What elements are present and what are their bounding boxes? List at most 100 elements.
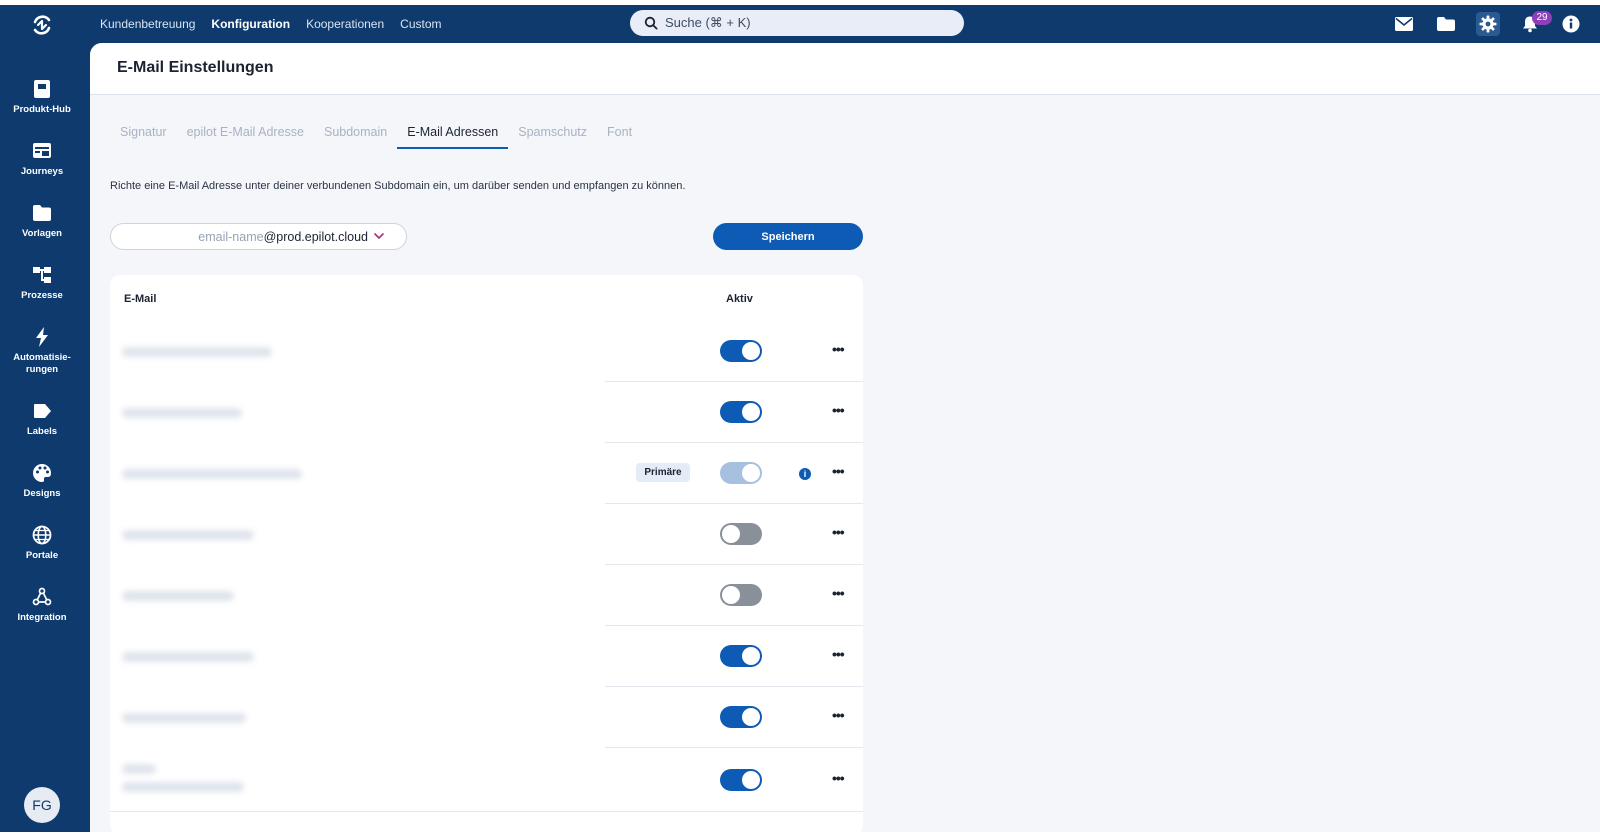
table-row: ••• xyxy=(110,565,863,626)
sidebar: Produkt-Hub Journeys Vorlagen Prozesse A… xyxy=(0,43,84,832)
email-address-redacted xyxy=(122,782,244,792)
search-icon xyxy=(644,16,658,30)
nav-konfiguration[interactable]: Konfiguration xyxy=(211,17,290,31)
info-icon[interactable]: i xyxy=(799,468,811,480)
settings-tabs: Signatur epilot E-Mail Adresse Subdomain… xyxy=(110,119,642,149)
active-toggle[interactable] xyxy=(720,340,762,362)
sidebar-item-label: Automatisie- rungen xyxy=(13,352,71,375)
sidebar-item-label: Journeys xyxy=(20,166,64,177)
globe-icon xyxy=(32,525,52,545)
gear-icon[interactable] xyxy=(1476,12,1500,36)
palette-icon xyxy=(33,464,51,482)
box-icon xyxy=(34,80,50,98)
more-options-icon[interactable]: ••• xyxy=(832,341,845,357)
app-frame: Kundenbetreuung Konfiguration Kooperatio… xyxy=(0,5,1600,832)
nav-kooperationen[interactable]: Kooperationen xyxy=(306,17,384,31)
more-options-icon[interactable]: ••• xyxy=(832,646,845,662)
email-name-input[interactable]: email-name @prod.epilot.cloud xyxy=(110,223,407,250)
email-address-redacted xyxy=(122,530,254,540)
sidebar-item-produkt-hub[interactable]: Produkt-Hub xyxy=(0,78,84,116)
flow-icon xyxy=(33,267,51,283)
tab-epilot-email-adresse[interactable]: epilot E-Mail Adresse xyxy=(177,119,314,149)
email-name-redacted xyxy=(122,764,156,774)
tag-icon xyxy=(34,404,51,418)
browser-icon xyxy=(33,143,51,158)
folder-icon[interactable] xyxy=(1434,12,1458,36)
avatar[interactable]: FG xyxy=(24,787,60,823)
tab-signatur[interactable]: Signatur xyxy=(110,119,177,149)
more-options-icon[interactable]: ••• xyxy=(832,463,845,479)
more-options-icon[interactable]: ••• xyxy=(832,585,845,601)
folder-icon xyxy=(33,205,51,221)
sidebar-item-automatisierungen[interactable]: Automatisie- rungen xyxy=(0,326,84,376)
email-address-redacted xyxy=(122,469,302,479)
notification-badge: 29 xyxy=(1532,11,1552,25)
bolt-icon xyxy=(36,327,48,347)
sidebar-item-labels[interactable]: Labels xyxy=(0,400,84,438)
active-toggle[interactable] xyxy=(720,584,762,606)
active-toggle[interactable] xyxy=(720,401,762,423)
tab-subdomain[interactable]: Subdomain xyxy=(314,119,397,149)
nav-kundenbetreuung[interactable]: Kundenbetreuung xyxy=(100,17,195,31)
page-header: E-Mail Einstellungen xyxy=(90,43,1600,95)
search-placeholder: Suche (⌘ + K) xyxy=(665,15,751,30)
email-address-redacted xyxy=(122,408,242,418)
main-content: E-Mail Einstellungen Signatur epilot E-M… xyxy=(90,43,1600,832)
search-bar[interactable]: Suche (⌘ + K) xyxy=(630,10,964,36)
tab-spamschutz[interactable]: Spamschutz xyxy=(508,119,597,149)
nav-custom[interactable]: Custom xyxy=(400,17,441,31)
description-text: Richte eine E-Mail Adresse unter deiner … xyxy=(110,180,686,192)
table-row: Primäre i ••• xyxy=(110,443,863,504)
sidebar-item-label: Labels xyxy=(26,426,58,437)
sidebar-item-integration[interactable]: Integration xyxy=(0,586,84,624)
sidebar-item-designs[interactable]: Designs xyxy=(0,462,84,500)
primary-badge: Primäre xyxy=(636,463,690,482)
sidebar-item-vorlagen[interactable]: Vorlagen xyxy=(0,202,84,240)
save-button[interactable]: Speichern xyxy=(713,223,863,250)
sidebar-item-prozesse[interactable]: Prozesse xyxy=(0,264,84,302)
sidebar-item-label: Designs xyxy=(23,488,61,499)
sidebar-item-label: Integration xyxy=(17,612,67,623)
more-options-icon[interactable]: ••• xyxy=(832,524,845,540)
active-toggle xyxy=(720,462,762,484)
active-toggle[interactable] xyxy=(720,769,762,791)
webhook-icon xyxy=(32,587,52,606)
email-address-redacted xyxy=(122,713,246,723)
table-row: ••• xyxy=(110,504,863,565)
email-name-placeholder: email-name xyxy=(198,229,264,244)
table-row: ••• xyxy=(110,626,863,687)
email-address-redacted xyxy=(122,652,254,662)
active-toggle[interactable] xyxy=(720,706,762,728)
info-icon[interactable] xyxy=(1559,12,1583,36)
column-header-email: E-Mail xyxy=(124,293,157,305)
active-toggle[interactable] xyxy=(720,645,762,667)
email-domain-select[interactable]: @prod.epilot.cloud xyxy=(264,230,368,244)
email-address-redacted xyxy=(122,591,234,601)
sidebar-item-label: Produkt-Hub xyxy=(13,104,71,115)
more-options-icon[interactable]: ••• xyxy=(832,707,845,723)
sidebar-item-label: Portale xyxy=(25,550,59,561)
table-row: ••• xyxy=(110,687,863,748)
email-table: E-Mail Aktiv ••• ••• Primäre i ••• ••• •… xyxy=(110,275,863,832)
top-bar: Kundenbetreuung Konfiguration Kooperatio… xyxy=(0,5,1600,43)
table-header: E-Mail Aktiv xyxy=(110,275,863,321)
tab-email-adressen[interactable]: E-Mail Adressen xyxy=(397,119,509,149)
more-options-icon[interactable]: ••• xyxy=(832,402,845,418)
mail-icon[interactable] xyxy=(1392,12,1416,36)
table-row: ••• xyxy=(110,382,863,443)
epilot-logo-icon[interactable] xyxy=(30,13,54,37)
email-address-redacted xyxy=(122,347,272,357)
sidebar-item-portale[interactable]: Portale xyxy=(0,524,84,562)
sidebar-item-label: Vorlagen xyxy=(22,228,62,239)
table-row: ••• xyxy=(110,748,863,812)
tab-font[interactable]: Font xyxy=(597,119,642,149)
top-nav: Kundenbetreuung Konfiguration Kooperatio… xyxy=(100,5,442,43)
more-options-icon[interactable]: ••• xyxy=(832,770,845,786)
column-header-active: Aktiv xyxy=(726,293,753,305)
page-title: E-Mail Einstellungen xyxy=(117,59,274,76)
chevron-down-icon[interactable] xyxy=(374,233,384,240)
sidebar-item-label: Prozesse xyxy=(21,290,63,301)
sidebar-item-journeys[interactable]: Journeys xyxy=(0,140,84,178)
active-toggle[interactable] xyxy=(720,523,762,545)
table-row: ••• xyxy=(110,321,863,382)
